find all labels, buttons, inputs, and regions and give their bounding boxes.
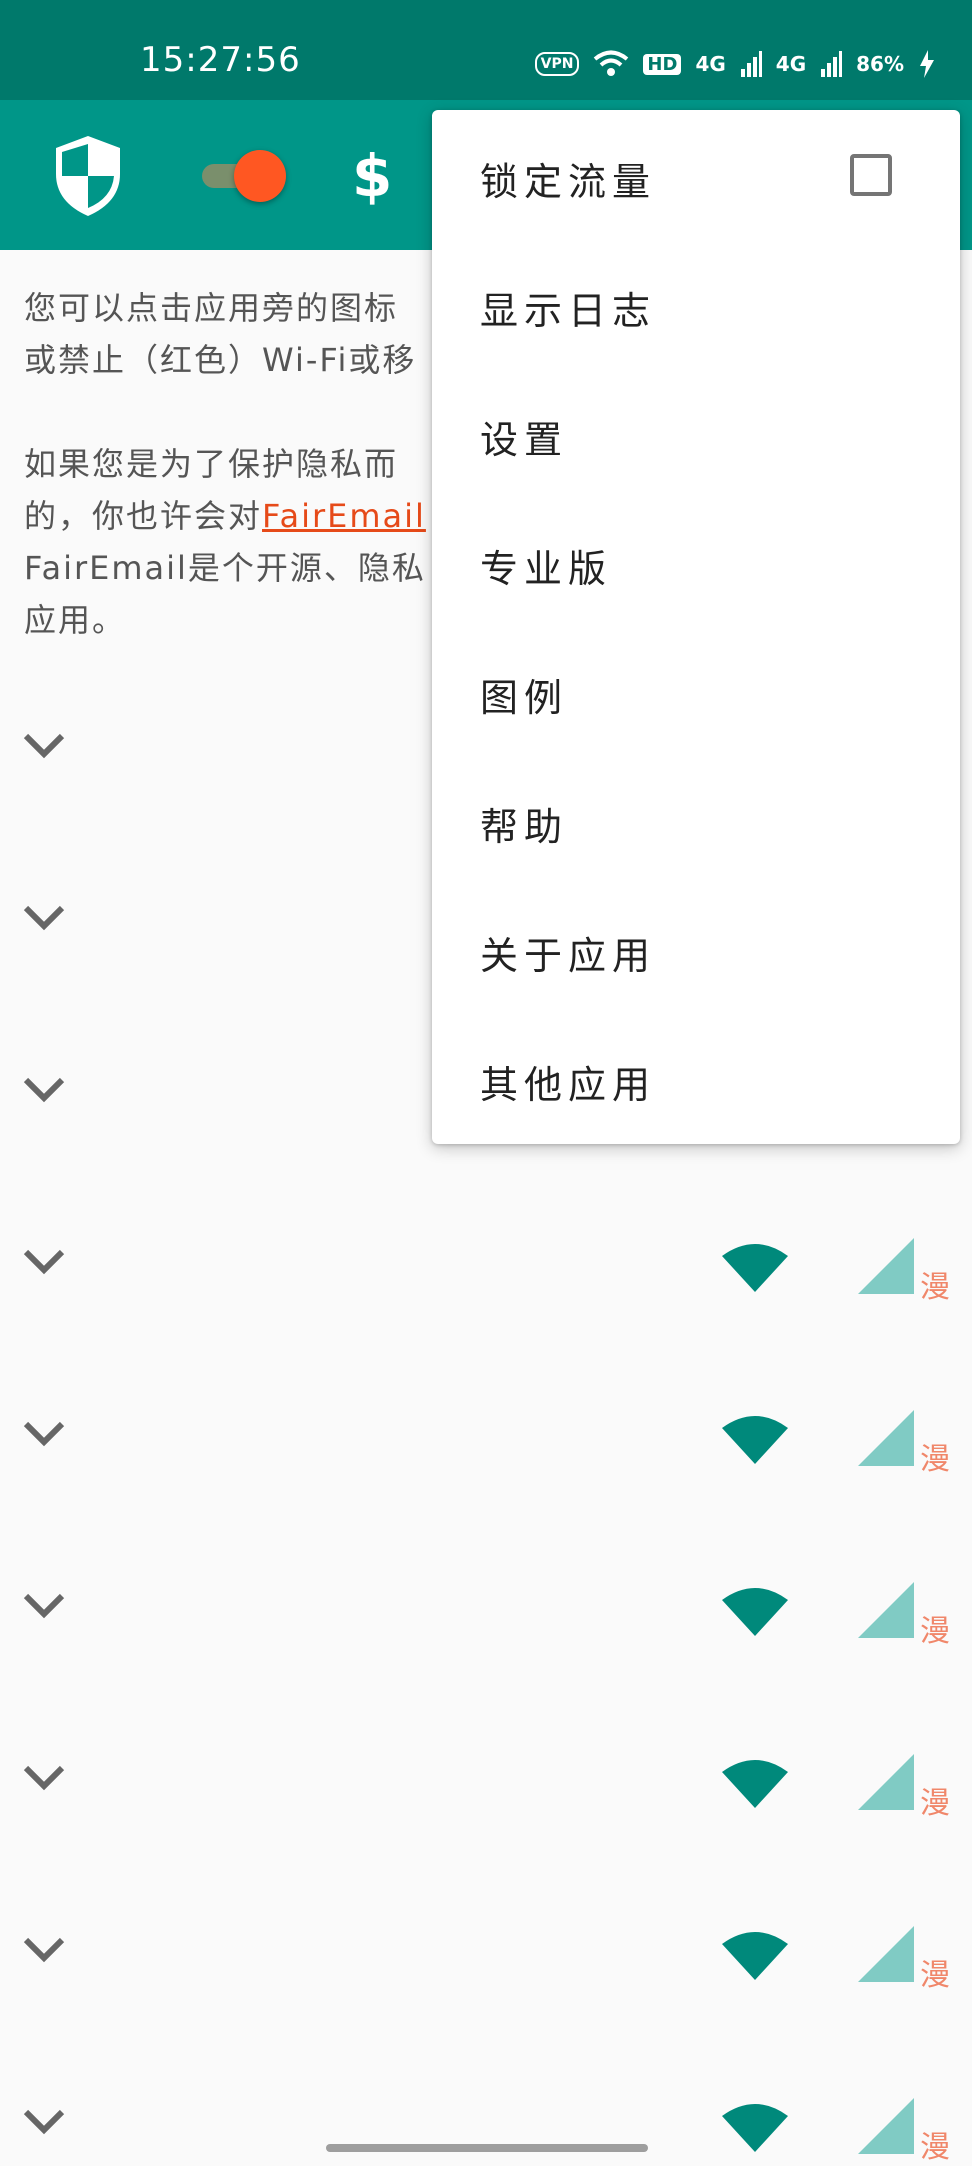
wifi-allowed-icon[interactable] [722, 1928, 788, 1980]
signal-icon-1: 4G [695, 52, 726, 76]
shield-icon[interactable] [52, 134, 124, 218]
status-icons: VPN HD 4G 4G 86% [534, 44, 936, 84]
intro-line-4: 的，你也许会对 [24, 497, 263, 535]
signal-bars-icon-2 [821, 51, 843, 77]
hd-icon: HD [643, 53, 682, 75]
roaming-label: 漫 [920, 1614, 950, 1649]
menu-item-label: 专业版 [480, 547, 613, 591]
menu-item-help[interactable]: 帮助 [432, 759, 960, 888]
menu-item-label: 显示日志 [480, 289, 657, 333]
mobile-allowed-icon[interactable] [858, 1238, 914, 1294]
intro-line-3: 如果您是为了保护隐私而 [24, 445, 399, 483]
chevron-down-icon[interactable] [22, 730, 66, 760]
menu-item-other-apps[interactable]: 其他应用 [432, 1017, 960, 1146]
intro-line-5: FairEmail是个开源、隐私 [24, 549, 426, 587]
wifi-allowed-icon[interactable] [722, 2100, 788, 2152]
vpn-icon: VPN [534, 52, 580, 76]
intro-line-2: 或禁止（红色）Wi-Fi或移 [24, 341, 417, 379]
status-time: 15:27:56 [140, 40, 301, 80]
roaming-label: 漫 [920, 1958, 950, 1993]
intro-line-1: 您可以点击应用旁的图标 [24, 289, 399, 327]
menu-item-label: 锁定流量 [480, 160, 657, 204]
wifi-allowed-icon[interactable] [722, 1584, 788, 1636]
app-row-6[interactable]: 漫 [0, 1520, 972, 1692]
app-row-8[interactable]: 漫 [0, 1864, 972, 2036]
mobile-allowed-icon[interactable] [858, 1410, 914, 1466]
menu-item-label: 图例 [480, 676, 569, 720]
app-row-4[interactable]: 漫 [0, 1176, 972, 1348]
mobile-allowed-icon[interactable] [858, 1754, 914, 1810]
menu-item-show-log[interactable]: 显示日志 [432, 243, 960, 372]
pro-dollar-icon[interactable]: $ [352, 142, 392, 210]
menu-item-lockdown[interactable]: 锁定流量 [432, 114, 960, 243]
roaming-label: 漫 [920, 1442, 950, 1477]
menu-item-legend[interactable]: 图例 [432, 630, 960, 759]
app-row-7[interactable]: 漫 [0, 1692, 972, 1864]
mobile-allowed-icon[interactable] [858, 2098, 914, 2154]
mobile-allowed-icon[interactable] [858, 1582, 914, 1638]
roaming-label: 漫 [920, 1786, 950, 1821]
menu-item-label: 帮助 [480, 805, 569, 849]
app-row-5[interactable]: 漫 [0, 1348, 972, 1520]
chevron-down-icon[interactable] [22, 1074, 66, 1104]
menu-item-label: 关于应用 [480, 934, 657, 978]
menu-item-about[interactable]: 关于应用 [432, 888, 960, 1017]
chevron-down-icon[interactable] [22, 1246, 66, 1276]
signal-bars-icon-1 [740, 51, 762, 77]
intro-text: 您可以点击应用旁的图标 或禁止（红色）Wi-Fi或移 如果您是为了保护隐私而 的… [24, 282, 444, 698]
charging-icon [920, 50, 934, 78]
chevron-down-icon[interactable] [22, 1590, 66, 1620]
mobile-allowed-icon[interactable] [858, 1926, 914, 1982]
chevron-down-icon[interactable] [22, 1762, 66, 1792]
overflow-menu: 锁定流量 显示日志 设置 专业版 图例 帮助 关于应用 其他应用 [432, 110, 960, 1144]
menu-item-settings[interactable]: 设置 [432, 372, 960, 501]
menu-item-label: 设置 [480, 418, 569, 462]
lockdown-checkbox[interactable] [850, 154, 892, 196]
intro-line-6: 应用。 [24, 601, 127, 639]
wifi-allowed-icon[interactable] [722, 1240, 788, 1292]
fairemail-link[interactable]: FairEmail [262, 497, 426, 535]
chevron-down-icon[interactable] [22, 2106, 66, 2136]
home-indicator[interactable] [326, 2144, 648, 2152]
chevron-down-icon[interactable] [22, 902, 66, 932]
app-row-9[interactable]: 漫 [0, 2036, 972, 2165]
roaming-label: 漫 [920, 2130, 950, 2165]
signal-icon-2: 4G [775, 52, 807, 76]
battery-text: 86% [856, 52, 904, 76]
enable-switch[interactable] [202, 150, 292, 202]
chevron-down-icon[interactable] [22, 1418, 66, 1448]
menu-item-pro[interactable]: 专业版 [432, 501, 960, 630]
wifi-allowed-icon[interactable] [722, 1756, 788, 1808]
roaming-label: 漫 [920, 1270, 950, 1305]
wifi-allowed-icon[interactable] [722, 1412, 788, 1464]
status-bar: 15:27:56 VPN HD 4G 4G 86% [0, 0, 972, 100]
chevron-down-icon[interactable] [22, 1934, 66, 1964]
switch-thumb [234, 150, 286, 202]
menu-item-label: 其他应用 [480, 1063, 657, 1107]
wifi-status-icon [594, 50, 629, 76]
